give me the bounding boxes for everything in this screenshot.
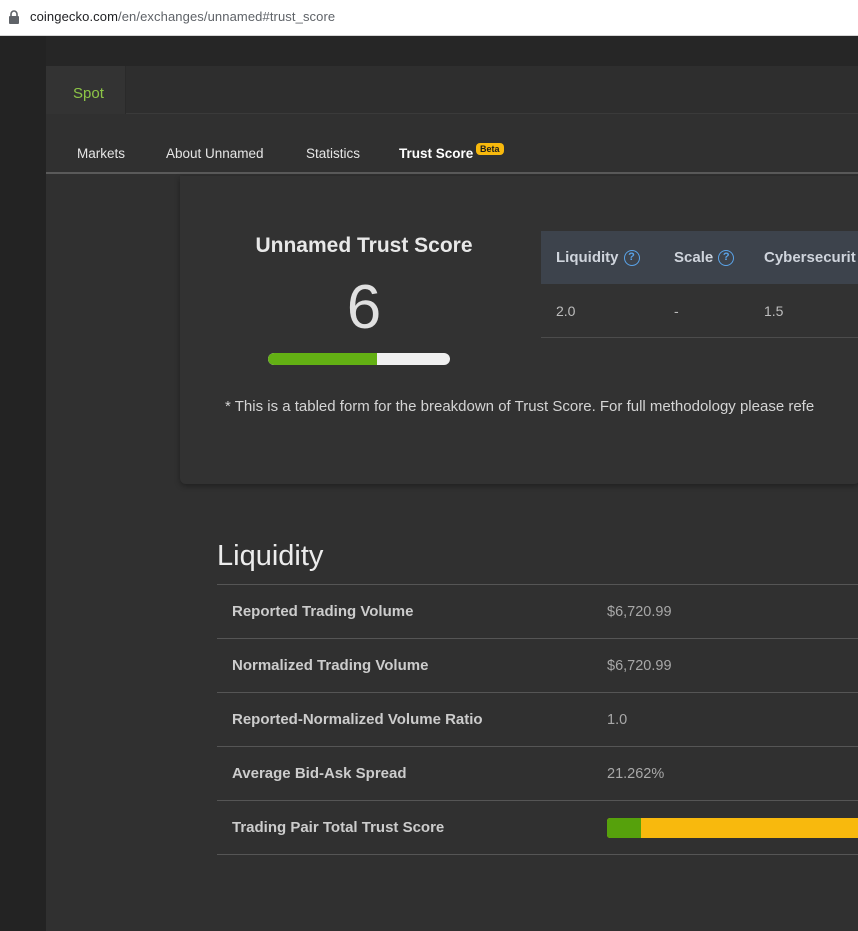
tab-statistics-label: Statistics bbox=[306, 146, 361, 161]
row-value: 21.262% bbox=[607, 765, 665, 782]
tab-statistics[interactable]: Statistics bbox=[306, 146, 360, 161]
header-cybersecurity: Cybersecurit bbox=[764, 231, 856, 284]
row-value: $6,720.99 bbox=[607, 603, 672, 620]
tab-markets-label: Markets bbox=[77, 146, 126, 161]
spot-tab-label: Spot bbox=[73, 85, 104, 102]
value-cybersecurity: 1.5 bbox=[764, 302, 784, 319]
url-path: /en/exchanges/unnamed#trust_score bbox=[118, 9, 336, 24]
row-label: Reported-Normalized Volume Ratio bbox=[232, 711, 483, 728]
table-row: Average Bid-Ask Spread 21.262% bbox=[217, 747, 858, 801]
top-gutter bbox=[46, 36, 858, 66]
lock-icon bbox=[9, 10, 19, 24]
table-row: Reported Trading Volume $6,720.99 bbox=[217, 585, 858, 639]
spot-tab[interactable]: Spot bbox=[46, 66, 126, 114]
browser-address-bar[interactable]: coingecko.com/en/exchanges/unnamed#trust… bbox=[0, 0, 858, 36]
value-scale: - bbox=[674, 302, 679, 319]
trust-score-value: 6 bbox=[346, 273, 382, 342]
methodology-note: * This is a tabled form for the breakdow… bbox=[225, 398, 815, 415]
pair-trust-score-bar-green bbox=[607, 818, 641, 838]
exchange-panel: Spot Markets About Unnamed Statistics Tr… bbox=[46, 66, 858, 931]
help-icon[interactable]: ? bbox=[718, 249, 735, 266]
url-text[interactable]: coingecko.com/en/exchanges/unnamed#trust… bbox=[30, 9, 335, 24]
beta-badge: Beta bbox=[476, 143, 504, 155]
breakdown-header-row: Liquidity? Scale? Cybersecurit bbox=[541, 231, 858, 284]
liquidity-table: Reported Trading Volume $6,720.99 Normal… bbox=[217, 584, 858, 855]
header-liquidity: Liquidity? bbox=[556, 231, 640, 284]
table-row: Normalized Trading Volume $6,720.99 bbox=[217, 639, 858, 693]
tab-trust-score-label: Trust Score bbox=[399, 146, 474, 161]
row-value: $6,720.99 bbox=[607, 657, 672, 674]
trust-score-bar-fill bbox=[268, 353, 378, 365]
trust-score-title: Unnamed Trust Score bbox=[255, 234, 473, 257]
value-liquidity: 2.0 bbox=[556, 302, 576, 319]
liquidity-heading: Liquidity bbox=[217, 540, 324, 572]
header-cybersecurity-label: Cybersecurit bbox=[764, 249, 856, 266]
tab-about-label: About Unnamed bbox=[166, 146, 264, 161]
trust-score-bar bbox=[268, 353, 450, 365]
table-row: Trading Pair Total Trust Score bbox=[217, 801, 858, 855]
tab-trust-score[interactable]: Trust Score Beta bbox=[399, 143, 504, 161]
market-type-bar: Spot bbox=[46, 66, 858, 114]
trust-breakdown-table: Liquidity? Scale? Cybersecurit 2.0 - 1.5 bbox=[541, 231, 858, 338]
tab-markets[interactable]: Markets bbox=[77, 146, 125, 161]
row-label: Normalized Trading Volume bbox=[232, 657, 429, 674]
trust-score-card: Unnamed Trust Score 6 Liquidity? Scale? … bbox=[180, 176, 858, 484]
url-host: coingecko.com bbox=[30, 9, 119, 24]
table-row: Reported-Normalized Volume Ratio 1.0 bbox=[217, 693, 858, 747]
row-label: Average Bid-Ask Spread bbox=[232, 765, 407, 782]
exchange-nav-tabs: Markets About Unnamed Statistics Trust S… bbox=[46, 114, 858, 174]
header-liquidity-label: Liquidity bbox=[556, 249, 619, 266]
left-gutter bbox=[0, 36, 46, 931]
header-scale-label: Scale bbox=[674, 249, 714, 266]
tab-about[interactable]: About Unnamed bbox=[166, 146, 264, 161]
help-icon[interactable]: ? bbox=[623, 249, 640, 266]
row-label: Trading Pair Total Trust Score bbox=[232, 819, 445, 836]
breakdown-values-row: 2.0 - 1.5 bbox=[541, 284, 858, 338]
header-scale: Scale? bbox=[674, 231, 735, 284]
pair-trust-score-bar bbox=[607, 818, 858, 838]
row-label: Reported Trading Volume bbox=[232, 603, 414, 620]
row-value: 1.0 bbox=[607, 711, 628, 728]
